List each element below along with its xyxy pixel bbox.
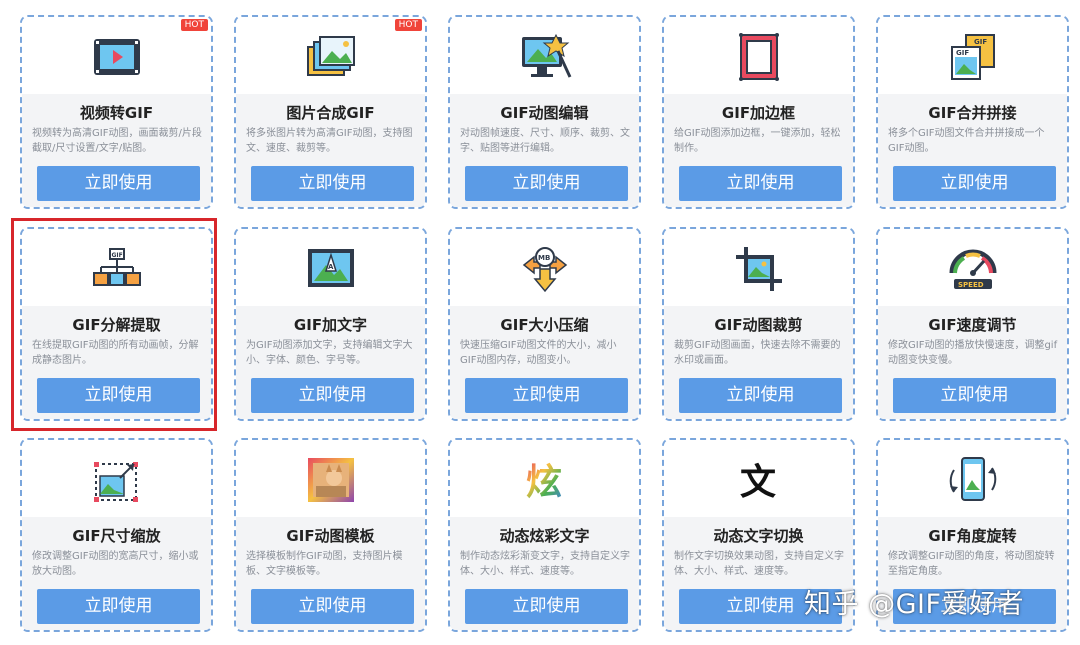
use-now-button[interactable]: 立即使用 xyxy=(465,378,628,413)
card-title: GIF动图模板 xyxy=(286,527,375,545)
tool-card-gif-merge[interactable]: GIF GIF GIF合并拼接 将多个GIF动图文件合并拼接成一个GIF动图。 立… xyxy=(876,15,1069,209)
tool-card-gif-add-text[interactable]: A GIF加文字 为GIF动图添加文字，支持编辑文字大小、字体、颜色、字号等。 … xyxy=(234,227,427,421)
tool-card-gif-border[interactable]: GIF加边框 给GIF动图添加边框，一键添加，轻松制作。 立即使用 xyxy=(662,15,855,209)
use-now-button[interactable]: 立即使用 xyxy=(251,589,414,624)
resize-image-icon xyxy=(90,454,144,506)
tool-card-colorful-text[interactable]: 炫 动态炫彩文字 制作动态炫彩渐变文字，支持自定义字体、大小、样式、速度等。 立… xyxy=(448,438,641,632)
use-now-button[interactable]: 立即使用 xyxy=(465,589,628,624)
use-now-button[interactable]: 立即使用 xyxy=(893,378,1056,413)
card-description: 制作文字切换效果动图，支持自定义字体、大小、样式、速度等。 xyxy=(674,551,844,577)
selection-highlight xyxy=(11,218,217,431)
tool-card-video-to-gif[interactable]: HOT 视频转GIF 视频转为高清GIF动图，画面裁剪/片段截取/尺寸设置/文字… xyxy=(20,15,213,209)
card-title: GIF加文字 xyxy=(293,316,368,334)
card-title: GIF合并拼接 xyxy=(928,104,1017,122)
card-description: 选择模板制作GIF动图，支持图片模板、文字模板等。 xyxy=(246,551,403,577)
card-description: 修改GIF动图的播放快慢速度，调整gif动图变快变慢。 xyxy=(888,340,1058,366)
template-photo-icon xyxy=(304,454,358,506)
tool-card-gif-speed[interactable]: SPEED GIF速度调节 修改GIF动图的播放快慢速度，调整gif动图变快变慢… xyxy=(876,227,1069,421)
hot-badge: HOT xyxy=(180,19,208,31)
tool-card-images-to-gif[interactable]: HOT 图片合成GIF 将多张图片转为高清GIF动图，支持图文、速度、裁剪等。 … xyxy=(234,15,427,209)
merge-files-icon: GIF GIF xyxy=(946,31,1000,83)
card-title: GIF加边框 xyxy=(721,104,796,122)
card-description: 视频转为高清GIF动图，画面裁剪/片段截取/尺寸设置/文字/贴图。 xyxy=(32,128,202,154)
hot-badge: HOT xyxy=(394,19,422,31)
rotate-phone-icon xyxy=(946,454,1000,506)
card-title: GIF速度调节 xyxy=(928,316,1017,334)
use-now-button[interactable]: 立即使用 xyxy=(251,378,414,413)
use-now-button[interactable]: 立即使用 xyxy=(37,166,200,201)
use-now-button[interactable]: 立即使用 xyxy=(893,166,1056,201)
card-description: 为GIF动图添加文字，支持编辑文字大小、字体、颜色、字号等。 xyxy=(246,340,413,366)
card-description: 将多张图片转为高清GIF动图，支持图文、速度、裁剪等。 xyxy=(246,128,413,154)
image-text-icon: A xyxy=(304,243,358,295)
card-description: 给GIF动图添加边框，一键添加，轻松制作。 xyxy=(674,128,841,154)
svg-text:MB: MB xyxy=(538,254,550,262)
video-film-icon xyxy=(90,31,144,83)
card-title: GIF大小压缩 xyxy=(500,316,589,334)
card-title: GIF动图编辑 xyxy=(500,104,589,122)
card-title: GIF动图裁剪 xyxy=(714,316,803,334)
tool-card-gif-crop[interactable]: GIF动图裁剪 裁剪GIF动图画面，快速去除不需要的水印或画面。 立即使用 xyxy=(662,227,855,421)
use-now-button[interactable]: 立即使用 xyxy=(465,166,628,201)
compress-mb-icon: MB xyxy=(518,243,572,295)
card-description: 制作动态炫彩渐变文字，支持自定义字体、大小、样式、速度等。 xyxy=(460,551,630,577)
svg-text:文: 文 xyxy=(740,462,776,503)
svg-text:A: A xyxy=(328,263,334,271)
use-now-button[interactable]: 立即使用 xyxy=(679,378,842,413)
tool-card-gif-template[interactable]: GIF动图模板 选择模板制作GIF动图，支持图片模板、文字模板等。 立即使用 xyxy=(234,438,427,632)
monitor-edit-icon xyxy=(518,31,572,83)
card-description: 对动图帧速度、尺寸、顺序、裁剪、文字、贴图等进行编辑。 xyxy=(460,128,630,154)
crop-icon xyxy=(732,243,786,295)
use-now-button[interactable]: 立即使用 xyxy=(679,166,842,201)
card-title: 动态文字切换 xyxy=(713,527,804,545)
card-description: 快速压缩GIF动图文件的大小，减小GIF动图内存，动图变小。 xyxy=(460,340,617,366)
colorful-text-icon: 炫 xyxy=(518,454,572,506)
svg-text:GIF: GIF xyxy=(956,49,969,57)
card-description: 修改调整GIF动图的角度，将动图旋转至指定角度。 xyxy=(888,551,1055,577)
card-title: GIF尺寸缩放 xyxy=(72,527,161,545)
svg-text:炫: 炫 xyxy=(526,462,562,503)
card-description: 裁剪GIF动图画面，快速去除不需要的水印或画面。 xyxy=(674,340,841,366)
svg-text:GIF: GIF xyxy=(974,38,987,46)
card-description: 将多个GIF动图文件合并拼接成一个GIF动图。 xyxy=(888,128,1045,154)
use-now-button[interactable]: 立即使用 xyxy=(251,166,414,201)
svg-text:SPEED: SPEED xyxy=(958,281,984,289)
text-switch-icon: 文 xyxy=(732,454,786,506)
tool-card-gif-resize[interactable]: GIF尺寸缩放 修改调整GIF动图的宽高尺寸，缩小或放大动图。 立即使用 xyxy=(20,438,213,632)
picture-frame-icon xyxy=(732,31,786,83)
tool-card-gif-compress[interactable]: MB GIF大小压缩 快速压缩GIF动图文件的大小，减小GIF动图内存，动图变小… xyxy=(448,227,641,421)
watermark: 知乎 @GIF爱好者 xyxy=(804,589,1024,620)
card-title: 图片合成GIF xyxy=(286,104,375,122)
use-now-button[interactable]: 立即使用 xyxy=(37,589,200,624)
card-description: 修改调整GIF动图的宽高尺寸，缩小或放大动图。 xyxy=(32,551,199,577)
stacked-photos-icon xyxy=(304,31,358,83)
card-title: 视频转GIF xyxy=(79,104,154,122)
tool-card-gif-edit[interactable]: GIF动图编辑 对动图帧速度、尺寸、顺序、裁剪、文字、贴图等进行编辑。 立即使用 xyxy=(448,15,641,209)
speedometer-icon: SPEED xyxy=(946,243,1000,295)
card-title: 动态炫彩文字 xyxy=(499,527,590,545)
card-title: GIF角度旋转 xyxy=(928,527,1017,545)
